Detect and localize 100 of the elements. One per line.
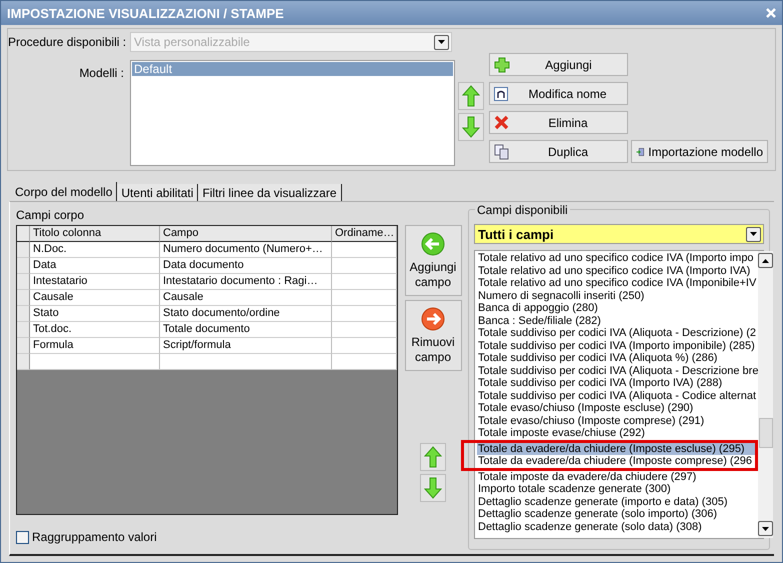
- field-label: Procedure disponibili :: [8, 34, 128, 49]
- checkbox-label: Raggruppamento valori: [32, 530, 157, 544]
- model-button[interactable]: Elimina: [489, 111, 628, 134]
- table-cell: Totale documento: [160, 322, 332, 338]
- table-cell: [332, 242, 397, 258]
- left-arrow-circle-icon: [421, 232, 445, 256]
- row-header[interactable]: [17, 306, 30, 322]
- scroll-up-button[interactable]: [758, 253, 774, 268]
- list-item[interactable]: Totale suddiviso per codici IVA (Aliquota - Descrizione bre: [477, 364, 758, 377]
- list-item[interactable]: Totale da evadere/da chiudere (Imposte comprese) (296: [477, 455, 756, 468]
- table-cell: [332, 274, 397, 290]
- column-header[interactable]: Titolo colonna: [30, 226, 160, 242]
- plus-icon: [494, 56, 510, 72]
- tab[interactable]: Filtri linee da visualizzare: [198, 184, 342, 201]
- dropdown-arrow-icon: [438, 40, 445, 44]
- move-down-button[interactable]: [420, 474, 446, 502]
- table-cell: [332, 354, 397, 370]
- row-header[interactable]: [17, 322, 30, 338]
- right-arrow-circle-icon: [421, 306, 445, 330]
- scrollbar[interactable]: [758, 251, 774, 538]
- dropdown-arrow-icon: [750, 232, 757, 236]
- letter-tile-icon: [494, 86, 508, 100]
- dropdown-value: Tutti i campi: [478, 226, 554, 242]
- table-cell: [332, 338, 397, 354]
- row-header[interactable]: [17, 290, 30, 306]
- list-item[interactable]: Totale evaso/chiuso (Imposte escluse) (290): [477, 402, 758, 414]
- field-label: Modelli :: [78, 65, 125, 80]
- up-arrow-icon: [424, 446, 442, 468]
- table-cell: Data documento: [160, 258, 332, 274]
- table-cell: Causale: [30, 290, 160, 306]
- field-button[interactable]: Rimuovi campo: [404, 300, 462, 371]
- model-button[interactable]: Duplica: [489, 140, 628, 163]
- checkbox[interactable]: [16, 530, 29, 544]
- list-item[interactable]: Totale relativo ad uno specifico codice IVA (Importo impo: [477, 252, 758, 264]
- copy-icon: [494, 144, 509, 160]
- down-arrow-icon: [424, 477, 442, 499]
- dropdown-button[interactable]: [434, 34, 449, 50]
- tab[interactable]: Utenti abilitati: [117, 184, 198, 201]
- list-item[interactable]: Dettaglio scadenze generate (importo e data) (305): [477, 496, 758, 508]
- table-cell: [332, 258, 397, 274]
- list-item[interactable]: Totale suddiviso per codici IVA (Aliquota %) (286): [477, 352, 758, 364]
- column-header[interactable]: Ordiname…: [332, 226, 397, 242]
- list-item[interactable]: Banca : Sede/filiale (282): [477, 314, 758, 327]
- table-cell: Data: [30, 258, 160, 274]
- list-item[interactable]: Importo totale scadenze generate (300): [477, 483, 758, 496]
- section-label: Campi corpo: [16, 208, 86, 222]
- table-cell: Intestatario documento : Ragi…: [160, 274, 332, 290]
- up-arrow-icon: [462, 85, 480, 107]
- table-cell: Numero documento (Numero+…: [160, 242, 332, 258]
- list-item[interactable]: Totale da evadere/da chiudere (Imposte escluse) (295): [477, 442, 756, 455]
- move-down-button[interactable]: [458, 113, 484, 141]
- up-caret-icon: [762, 258, 770, 262]
- list-item[interactable]: Banca di appoggio (280): [477, 302, 758, 314]
- row-header-corner: [17, 226, 30, 242]
- group-title: Campi disponibili: [475, 203, 570, 217]
- row-header[interactable]: [17, 242, 30, 258]
- table-cell: [332, 306, 397, 322]
- table-cell: Script/formula: [160, 338, 332, 354]
- list-item[interactable]: Numero di segnacolli inseriti (250): [477, 290, 758, 302]
- close-icon[interactable]: [766, 8, 776, 18]
- list-item[interactable]: Dettaglio scadenze generate (solo data) (308): [477, 520, 758, 533]
- dropdown-arrow-icon: [762, 526, 770, 530]
- row-header[interactable]: [17, 274, 30, 290]
- table-cell: N.Doc.: [30, 242, 160, 258]
- table-cell: Formula: [30, 338, 160, 354]
- model-button[interactable]: Importazione modello: [631, 140, 768, 163]
- scroll-down-button[interactable]: [758, 521, 774, 536]
- dropdown-placeholder: Vista personalizzabile: [134, 35, 250, 49]
- list-item[interactable]: Totale imposte da evadere/da chiudere (297): [477, 470, 758, 483]
- list-item[interactable]: Totale suddiviso per codici IVA (Importo IVA) (288): [477, 377, 758, 390]
- table-cell: [332, 290, 397, 306]
- scroll-thumb[interactable]: [758, 418, 773, 448]
- window-title: IMPOSTAZIONE VISUALIZZAZIONI / STAMPE: [7, 6, 284, 20]
- model-button[interactable]: Aggiungi: [489, 53, 628, 76]
- move-up-button[interactable]: [458, 82, 484, 110]
- list-item[interactable]: Totale suddiviso per codici IVA (Importo imponibile) (285): [477, 340, 758, 352]
- list-item[interactable]: Totale imposte evase/chiuse (292): [477, 427, 758, 440]
- list-item[interactable]: Totale relativo ad uno specifico codice IVA (Importo IVA): [477, 264, 758, 277]
- field-button[interactable]: Aggiungi campo: [404, 225, 462, 296]
- list-item[interactable]: Totale suddiviso per codici IVA (Aliquota - Descrizione) (2: [477, 327, 758, 340]
- down-arrow-icon: [462, 116, 480, 138]
- table-cell: Causale: [160, 290, 332, 306]
- list-item[interactable]: Totale relativo ad uno specifico codice IVA (Imponibile+IV: [477, 277, 758, 290]
- dropdown-button[interactable]: [746, 226, 761, 242]
- list-item[interactable]: Totale evaso/chiuso (Imposte comprese) (291): [477, 414, 758, 427]
- table-cell: Intestatario: [30, 274, 160, 290]
- filter-dropdown[interactable]: Tutti i campi: [474, 224, 764, 244]
- table-cell: Tot.doc.: [30, 322, 160, 338]
- row-header[interactable]: [17, 258, 30, 274]
- row-header[interactable]: [17, 338, 30, 354]
- list-item[interactable]: Dettaglio scadenze generate (solo importo) (306): [477, 508, 758, 520]
- move-up-button[interactable]: [420, 443, 446, 471]
- table-cell: Stato: [30, 306, 160, 322]
- list-item[interactable]: Totale suddiviso per codici IVA (Aliquota - Codice alternat: [477, 390, 758, 402]
- table-cell: [332, 322, 397, 338]
- row-header[interactable]: [17, 354, 30, 370]
- column-header[interactable]: Campo: [160, 226, 332, 242]
- model-button[interactable]: Modifica nome: [489, 82, 628, 105]
- table-cell: Stato documento/ordine: [160, 306, 332, 322]
- cross-icon: [494, 115, 509, 130]
